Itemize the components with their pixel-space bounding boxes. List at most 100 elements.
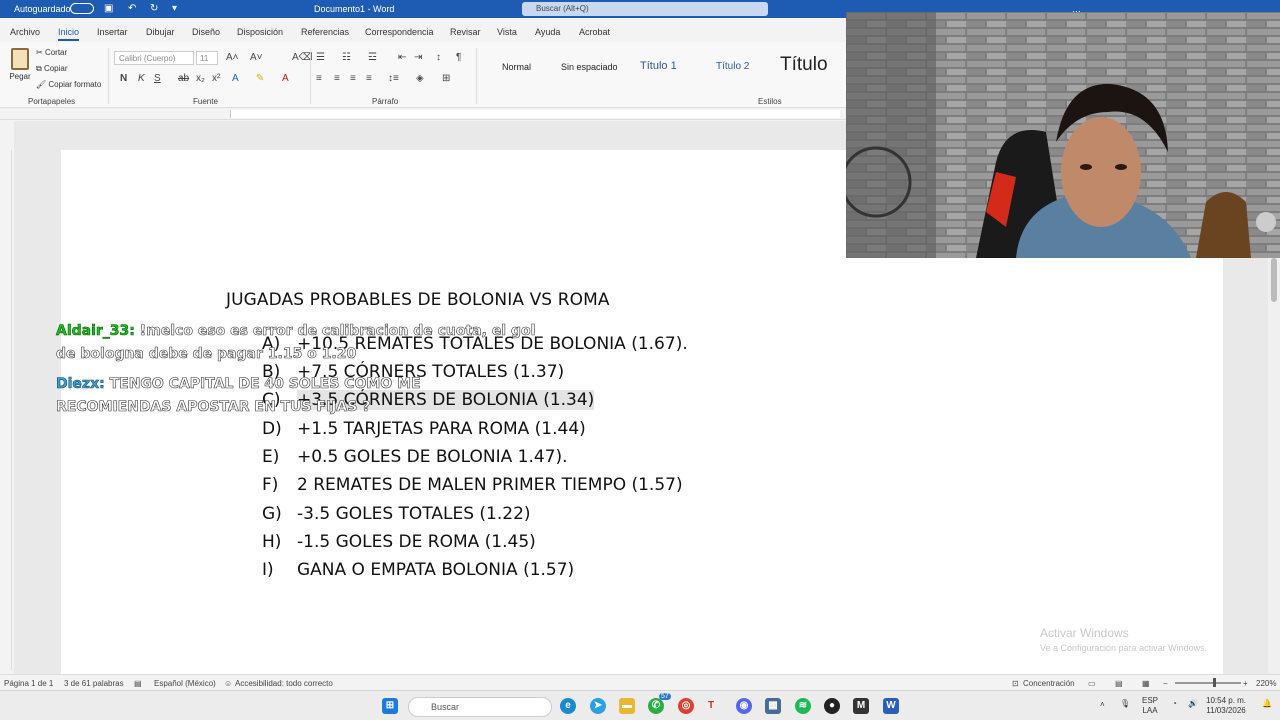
increase-indent-icon[interactable]: ⇥: [414, 52, 422, 63]
customize-icon[interactable]: ▾: [172, 3, 177, 14]
style-heading-1[interactable]: Título 1: [640, 60, 677, 72]
format-painter-button[interactable]: 🖌 Copiar formato: [36, 80, 101, 89]
page-count[interactable]: Página 1 de 1: [4, 679, 53, 688]
style-no-spacing[interactable]: Sin espaciado: [561, 62, 618, 72]
volume-icon[interactable]: 🔊: [1188, 699, 1198, 709]
cut-button[interactable]: ✂ Cortar: [36, 48, 67, 57]
style-normal[interactable]: Normal: [502, 62, 531, 72]
print-layout-icon[interactable]: ▤: [1115, 679, 1123, 688]
sort-icon[interactable]: ↕: [436, 52, 441, 63]
scrollbar-thumb[interactable]: [1271, 258, 1277, 302]
paste-button[interactable]: Pegar: [8, 46, 32, 90]
accessibility-icon[interactable]: ☺: [224, 679, 232, 688]
tab-inicio[interactable]: Inicio: [58, 27, 80, 41]
bullets-icon[interactable]: ☰: [316, 52, 325, 63]
tab-disposicion[interactable]: Disposición: [237, 27, 283, 37]
list-item: G) -3.5 GOLES TOTALES (1.22): [262, 504, 531, 524]
windows-start-icon[interactable]: ⊞: [382, 698, 398, 714]
numbering-icon[interactable]: ☷: [342, 52, 351, 63]
copy-button[interactable]: ⧉ Copiar: [36, 64, 68, 74]
taskbar-search[interactable]: Buscar: [408, 697, 552, 717]
shading-icon[interactable]: ◈: [416, 73, 424, 84]
divider: [310, 48, 311, 104]
tab-ayuda[interactable]: Ayuda: [535, 27, 560, 37]
multilevel-icon[interactable]: ☲: [368, 52, 377, 63]
zoom-out-icon[interactable]: −: [1163, 679, 1168, 688]
strikethrough-icon[interactable]: ab: [178, 73, 189, 84]
tab-vista[interactable]: Vista: [497, 27, 517, 37]
read-mode-icon[interactable]: ▭: [1088, 679, 1096, 688]
media-app-icon[interactable]: M: [853, 698, 869, 714]
style-heading-2[interactable]: Título 2: [716, 61, 749, 72]
shrink-font-icon[interactable]: A˅: [250, 52, 263, 63]
language-indicator[interactable]: Español (México): [154, 679, 216, 688]
autosave-toggle[interactable]: [70, 3, 94, 14]
zoom-slider-thumb[interactable]: [1213, 678, 1216, 687]
notifications-icon[interactable]: 🔔: [1262, 699, 1272, 709]
align-right-icon[interactable]: ≡: [350, 73, 356, 84]
tab-correspondencia[interactable]: Correspondencia: [365, 27, 434, 37]
font-family-select[interactable]: Calibri (Cuerpo): [114, 51, 194, 65]
microphone-icon[interactable]: 🎙: [1120, 699, 1130, 709]
tab-referencias[interactable]: Referencias: [301, 27, 349, 37]
tab-acrobat[interactable]: Acrobat: [579, 27, 610, 37]
zoom-level[interactable]: 220%: [1256, 679, 1276, 688]
accessibility-status[interactable]: Accesibilidad: todo correcto: [235, 679, 333, 688]
spotify-icon[interactable]: ≋: [795, 698, 811, 714]
tab-revisar[interactable]: Revisar: [450, 27, 481, 37]
text-app-icon[interactable]: T: [703, 698, 719, 714]
justify-icon[interactable]: ≡: [366, 73, 372, 84]
whatsapp-icon[interactable]: ✆: [648, 698, 664, 714]
obs-icon[interactable]: ●: [824, 698, 840, 714]
font-size-value: 11: [200, 54, 209, 63]
horizontal-ruler[interactable]: [0, 108, 846, 120]
web-layout-icon[interactable]: ▦: [1142, 679, 1150, 688]
text-effects-icon[interactable]: A: [232, 73, 239, 84]
grow-font-icon[interactable]: A˄: [226, 52, 239, 63]
undo-icon[interactable]: ↶: [128, 3, 136, 14]
telegram-icon[interactable]: ➤: [590, 698, 606, 714]
zoom-in-icon[interactable]: +: [1243, 679, 1248, 688]
keyboard-layout[interactable]: ESP LAA: [1142, 696, 1158, 716]
word-count[interactable]: 3 de 61 palabras: [64, 679, 124, 688]
search-box[interactable]: Buscar (Alt+Q): [522, 2, 768, 16]
show-marks-icon[interactable]: ¶: [456, 52, 461, 63]
vertical-ruler[interactable]: [2, 150, 12, 670]
save-icon[interactable]: ▣: [104, 3, 113, 14]
bold-icon[interactable]: N: [120, 73, 127, 84]
line-spacing-icon[interactable]: ↕≡: [388, 73, 399, 84]
chrome-icon[interactable]: ◎: [678, 698, 694, 714]
vertical-scrollbar[interactable]: [1268, 258, 1280, 674]
style-title[interactable]: Título: [780, 54, 828, 76]
align-left-icon[interactable]: ≡: [316, 73, 322, 84]
redo-icon[interactable]: ↻: [150, 3, 158, 14]
borders-icon[interactable]: ⊞: [442, 73, 450, 84]
focus-mode[interactable]: Concentración: [1023, 679, 1075, 688]
align-center-icon[interactable]: ≡: [334, 73, 340, 84]
file-explorer-icon[interactable]: ▬: [619, 698, 635, 714]
decrease-indent-icon[interactable]: ⇤: [398, 52, 406, 63]
font-size-select[interactable]: 11: [196, 51, 218, 65]
clock-time: 10:54 p. m.: [1206, 696, 1247, 705]
font-color-icon[interactable]: A: [282, 73, 289, 84]
tab-insertar[interactable]: Insertar: [97, 27, 128, 37]
tab-diseno[interactable]: Diseño: [192, 27, 220, 37]
focus-icon[interactable]: ⊡: [1012, 679, 1019, 688]
highlight-icon[interactable]: ✎: [256, 73, 264, 84]
italic-icon[interactable]: K: [138, 73, 145, 84]
superscript-icon[interactable]: x²: [212, 73, 220, 84]
network-icon[interactable]: ◔: [1172, 699, 1177, 709]
proofing-icon[interactable]: ▤: [134, 679, 142, 688]
clock[interactable]: 10:54 p. m. 11/03/2026: [1206, 696, 1246, 716]
edge-icon[interactable]: e: [560, 698, 576, 714]
word-icon[interactable]: W: [883, 698, 899, 714]
calculator-icon[interactable]: ▦: [765, 698, 781, 714]
word-window: Autoguardado ▣ ↶ ↻ ▾ Documento1 - Word B…: [0, 0, 1280, 720]
zoom-slider[interactable]: [1175, 682, 1241, 684]
tab-dibujar[interactable]: Dibujar: [146, 27, 175, 37]
tray-chevron-icon[interactable]: ˄: [1100, 700, 1105, 710]
underline-icon[interactable]: S: [154, 73, 161, 84]
tab-archivo[interactable]: Archivo: [10, 27, 40, 37]
subscript-icon[interactable]: x₂: [196, 73, 205, 84]
discord-icon[interactable]: ◉: [736, 698, 752, 714]
